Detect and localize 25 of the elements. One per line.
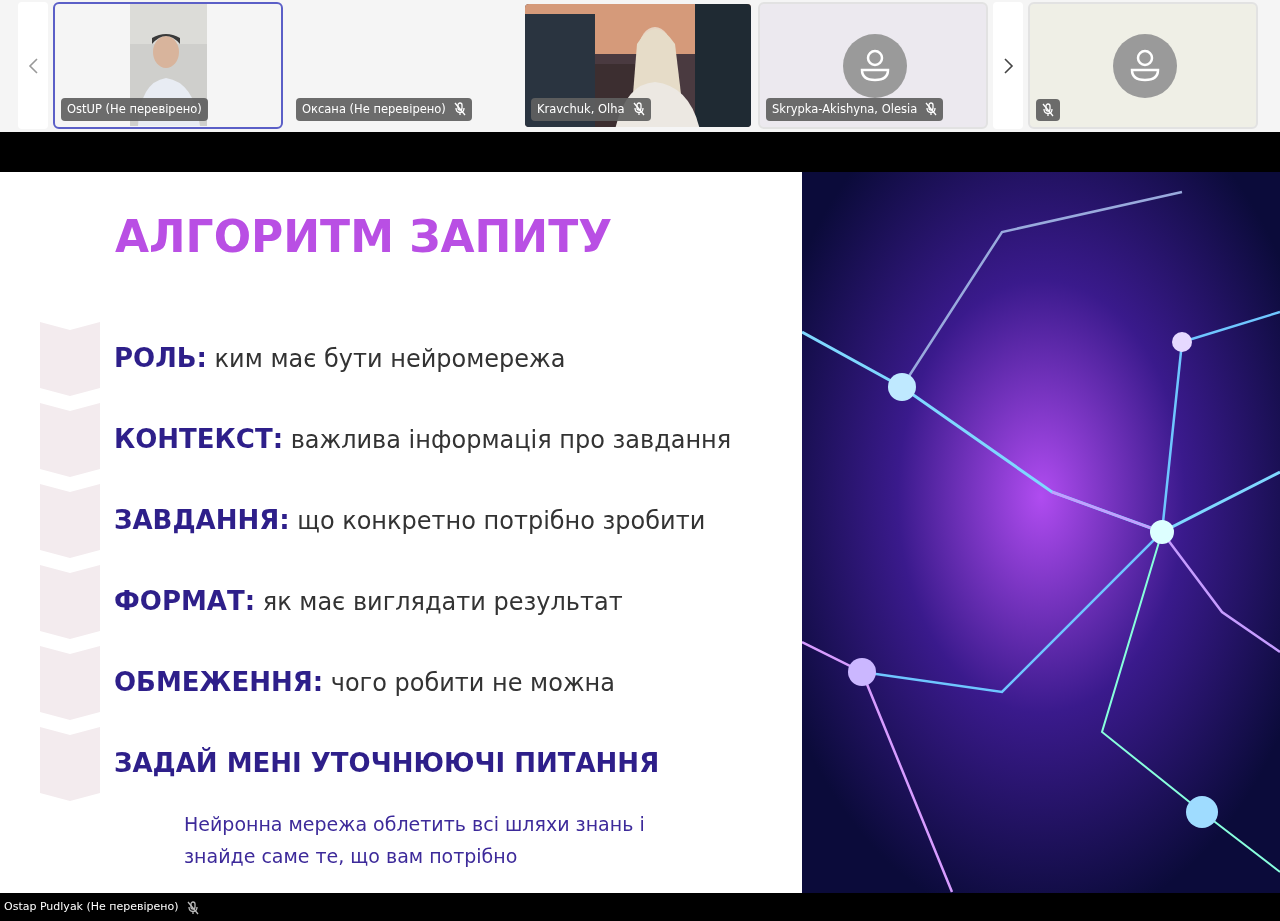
chevron-right-icon [1002,56,1014,75]
participant-name: Оксана (Не перевірено) [302,100,446,118]
presenter-name: Ostap Pudlyak (Не перевірено) [4,898,179,915]
prompt-step: ЗАВДАННЯ: що конкретно потрібно зробити [114,501,706,540]
next-button[interactable] [993,2,1023,129]
participant-tile[interactable]: Skrypka-Akishyna, Olesia [758,2,988,129]
participant-name: Kravchuk, Olha [537,100,625,118]
prompt-step: ОБМЕЖЕННЯ: чого робити не можна [114,663,615,702]
slide-caption: знайде саме те, що вам потрібно [184,844,519,869]
participant-tile[interactable]: Kravchuk, Olha [523,2,753,129]
avatar-icon [1113,34,1177,98]
slide-title: АЛГОРИТМ ЗАПИТУ [115,210,613,264]
prompt-step: ЗАДАЙ МЕНІ УТОЧНЮЮЧІ ПИТАННЯ [114,744,660,783]
participant-tile[interactable]: Оксана (Не перевірено) [288,2,518,129]
avatar-icon [843,34,907,98]
participant-name: OstUP (Не перевірено) [67,100,202,118]
previous-button[interactable] [18,2,48,129]
participant-tile[interactable]: OstUP (Не перевірено) [53,2,283,129]
slide-caption: Нейронна мережа облетить всі шляхи знань і [184,812,645,837]
prompt-step: КОНТЕКСТ: важлива інформація про завдання [114,420,732,459]
chevron-left-icon [27,56,39,75]
prompt-step: ФОРМАТ: як має виглядати результат [114,582,623,621]
prompt-step: РОЛЬ: ким має бути нейромережа [114,339,566,378]
participant-tile[interactable] [1028,2,1258,129]
participant-name: Skrypka-Akishyna, Olesia [772,100,918,118]
